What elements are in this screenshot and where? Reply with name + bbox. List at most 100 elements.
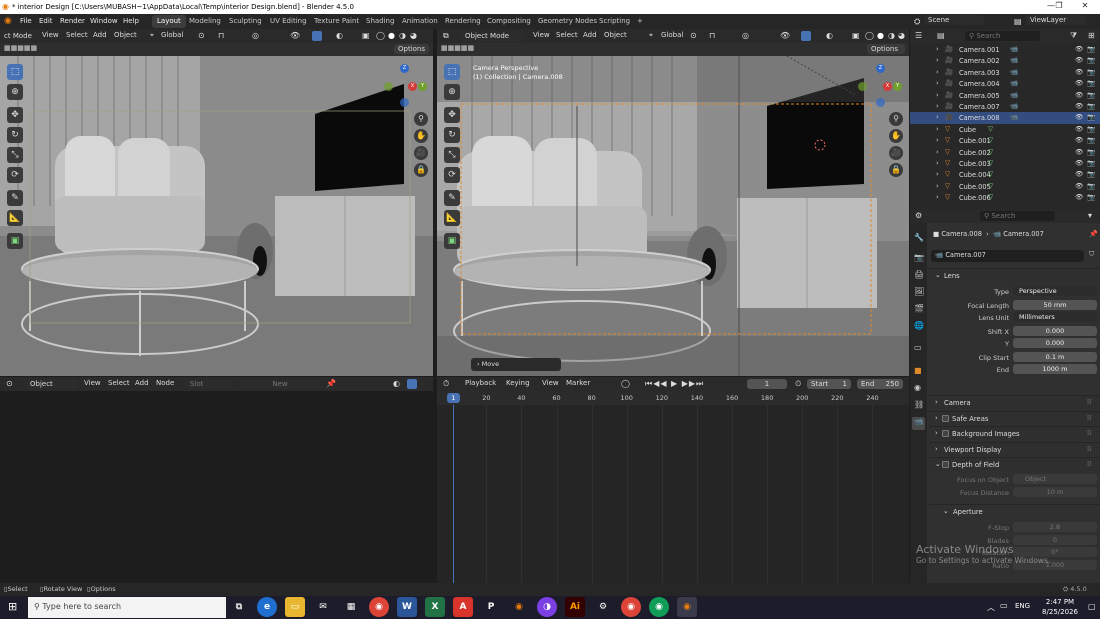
expand-arrow-icon[interactable]: › — [936, 102, 939, 110]
menu-help[interactable]: Help — [123, 17, 139, 25]
right-zoom-icon[interactable]: ⚲ — [889, 112, 903, 126]
property-section-header[interactable]: ⌄ Depth of Field ⁞⁞ — [929, 457, 1100, 471]
blender-taskbar-icon-1[interactable]: ◉ — [509, 597, 529, 617]
tool-tab-icon[interactable]: 🔧 — [914, 233, 924, 242]
visibility-eye-icon[interactable]: 👁 — [1075, 56, 1083, 64]
settings-icon[interactable]: ⚙ — [593, 597, 613, 617]
right-add-cube-tool-icon[interactable]: ▣ — [444, 233, 460, 249]
mesh-data-icon[interactable]: ▽ — [988, 170, 993, 178]
viewlayer-selector[interactable]: ViewLayer — [1026, 15, 1086, 25]
left-object-menu[interactable]: Object — [114, 31, 137, 39]
outliner-row[interactable]: › 🎥 Camera.001 📹 👁 📷 — [910, 44, 1100, 55]
render-camera-icon[interactable]: 📷 — [1087, 45, 1095, 53]
illustrator-icon[interactable]: Ai — [565, 597, 585, 617]
left-pivot-icon[interactable]: ⊙ — [198, 31, 205, 40]
lens-section-header[interactable]: ⌄ Lens — [929, 268, 1100, 282]
node-editor-type-icon[interactable]: ⊙ — [6, 379, 13, 388]
section-drag-icon[interactable]: ⁞⁞ — [1087, 414, 1091, 422]
left-visibility-icon[interactable]: 👁 — [290, 31, 300, 40]
expand-arrow-icon[interactable]: › — [936, 136, 939, 144]
right-snap-icon[interactable]: ⊓ — [709, 31, 715, 40]
blender-menu-icon[interactable]: ◉ — [4, 16, 12, 26]
right-camera-view-icon[interactable]: 🎥 — [889, 146, 903, 160]
menu-render[interactable]: Render — [60, 17, 85, 25]
visibility-eye-icon[interactable]: 👁 — [1075, 148, 1083, 156]
right-material-shading-icon[interactable]: ◑ — [888, 31, 895, 40]
visibility-eye-icon[interactable]: 👁 — [1075, 170, 1083, 178]
move-tool-icon[interactable]: ✥ — [7, 107, 23, 123]
mail-icon[interactable]: ✉ — [313, 597, 333, 617]
property-section-header[interactable]: › Safe Areas ⁞⁞ — [929, 410, 1100, 425]
constraints-tab-icon[interactable]: ⛓ — [914, 400, 924, 409]
annotate-tool-icon[interactable]: ✎ — [7, 190, 23, 206]
expand-arrow-icon[interactable]: › — [936, 113, 939, 121]
render-camera-icon[interactable]: 📷 — [1087, 159, 1095, 167]
camera-data-tab-icon[interactable]: 📹 — [912, 417, 925, 430]
field-value[interactable]: 0.000 — [1013, 338, 1097, 348]
playhead-frame-badge[interactable]: 1 — [447, 393, 460, 403]
language-indicator[interactable]: ENG — [1015, 602, 1030, 610]
field-value[interactable]: 10 m — [1013, 487, 1097, 497]
timeline-editor-icon[interactable]: ⏱ — [443, 379, 449, 389]
outliner-row[interactable]: › 🎥 Camera.003 📹 👁 📷 — [910, 67, 1100, 78]
object-tab-icon[interactable]: ■ — [914, 366, 922, 375]
output-tab-icon[interactable]: 🖨 — [914, 270, 924, 279]
field-value[interactable]: 1000 m — [1013, 364, 1097, 374]
right-viewport[interactable]: Camera Perspective (1) Collection | Came… — [437, 56, 909, 376]
mesh-data-icon[interactable]: ▽ — [988, 159, 993, 167]
camera-data-icon[interactable]: 📹 — [1010, 45, 1018, 53]
file-explorer-icon[interactable]: ▭ — [285, 597, 305, 617]
outliner-row[interactable]: › 🎥 Camera.004 📹 👁 📷 — [910, 78, 1100, 89]
lock-camera-icon[interactable]: 🔒 — [414, 163, 428, 177]
expand-arrow-icon[interactable]: › — [936, 68, 939, 76]
playhead-line[interactable] — [453, 405, 454, 583]
left-select-menu[interactable]: Select — [66, 31, 88, 39]
expand-arrow-icon[interactable]: › — [936, 193, 939, 201]
menu-edit[interactable]: Edit — [39, 17, 53, 25]
right-visibility-icon[interactable]: 👁 — [780, 31, 790, 40]
right-options-dropdown[interactable]: Options — [867, 44, 905, 54]
left-select-box-mode-icon[interactable]: ▦▦▦▦▦ — [4, 44, 37, 52]
right-gizmo-neg-y-icon[interactable] — [858, 82, 867, 91]
scene-selector[interactable]: Scene — [924, 15, 984, 25]
aperture-section-header[interactable]: ⌄ Aperture — [929, 504, 1100, 518]
right-overlay-icon[interactable]: ◐ — [826, 31, 833, 40]
menu-window[interactable]: Window — [90, 17, 118, 25]
tab-layout[interactable]: Layout — [152, 15, 186, 28]
outliner-row[interactable]: › ▽ Cube.006 ▽ 👁 📷 — [910, 192, 1100, 203]
render-camera-icon[interactable]: 📷 — [1087, 91, 1095, 99]
visibility-eye-icon[interactable]: 👁 — [1075, 159, 1083, 167]
right-mode-dropdown[interactable]: Object Mode — [461, 31, 525, 41]
taskbar-search-input[interactable]: ⚲ Type here to search — [28, 597, 226, 618]
tab-uv-editing[interactable]: UV Editing — [265, 15, 312, 28]
outliner-search-input[interactable]: ⚲ Search — [965, 31, 1040, 41]
pin-icon[interactable]: 📌 — [1089, 230, 1098, 238]
node-editor-canvas[interactable] — [0, 391, 433, 583]
property-section-header[interactable]: › Camera ⁞⁞ — [929, 395, 1100, 409]
left-gizmo-toggle-icon[interactable] — [312, 31, 322, 41]
left-rendered-shading-icon[interactable]: ◕ — [410, 31, 417, 40]
camera-data-icon[interactable]: 📹 — [1010, 56, 1018, 64]
expand-arrow-icon[interactable]: › — [936, 91, 939, 99]
gizmo-neg-z-icon[interactable] — [400, 98, 409, 107]
visibility-eye-icon[interactable]: 👁 — [1075, 102, 1083, 110]
add-cube-tool-icon[interactable]: ▣ — [7, 233, 23, 249]
expand-arrow-icon[interactable]: › — [936, 125, 939, 133]
node-node-menu[interactable]: Node — [156, 379, 174, 387]
add-workspace-button[interactable]: + — [632, 15, 648, 28]
left-proportional-icon[interactable]: ◎ — [252, 31, 259, 40]
transform-tool-icon[interactable]: ⟳ — [7, 167, 23, 183]
outliner-row[interactable]: › ▽ Cube.002 ▽ 👁 📷 — [910, 147, 1100, 158]
render-camera-icon[interactable]: 📷 — [1087, 113, 1095, 121]
notification-icon[interactable]: ▢ — [1088, 602, 1096, 611]
visibility-eye-icon[interactable]: 👁 — [1075, 113, 1083, 121]
visibility-eye-icon[interactable]: 👁 — [1075, 136, 1083, 144]
new-collection-icon[interactable]: ⊞ — [1088, 31, 1095, 40]
visibility-eye-icon[interactable]: 👁 — [1075, 68, 1083, 76]
outliner-row[interactable]: › ▽ Cube.001 ▽ 👁 📷 — [910, 135, 1100, 146]
right-annotate-tool-icon[interactable]: ✎ — [444, 190, 460, 206]
expand-arrow-icon[interactable]: › — [936, 79, 939, 87]
left-solid-shading-icon[interactable]: ● — [388, 31, 395, 40]
tab-shading[interactable]: Shading — [361, 15, 399, 28]
camera-data-icon[interactable]: 📹 — [1010, 113, 1018, 121]
